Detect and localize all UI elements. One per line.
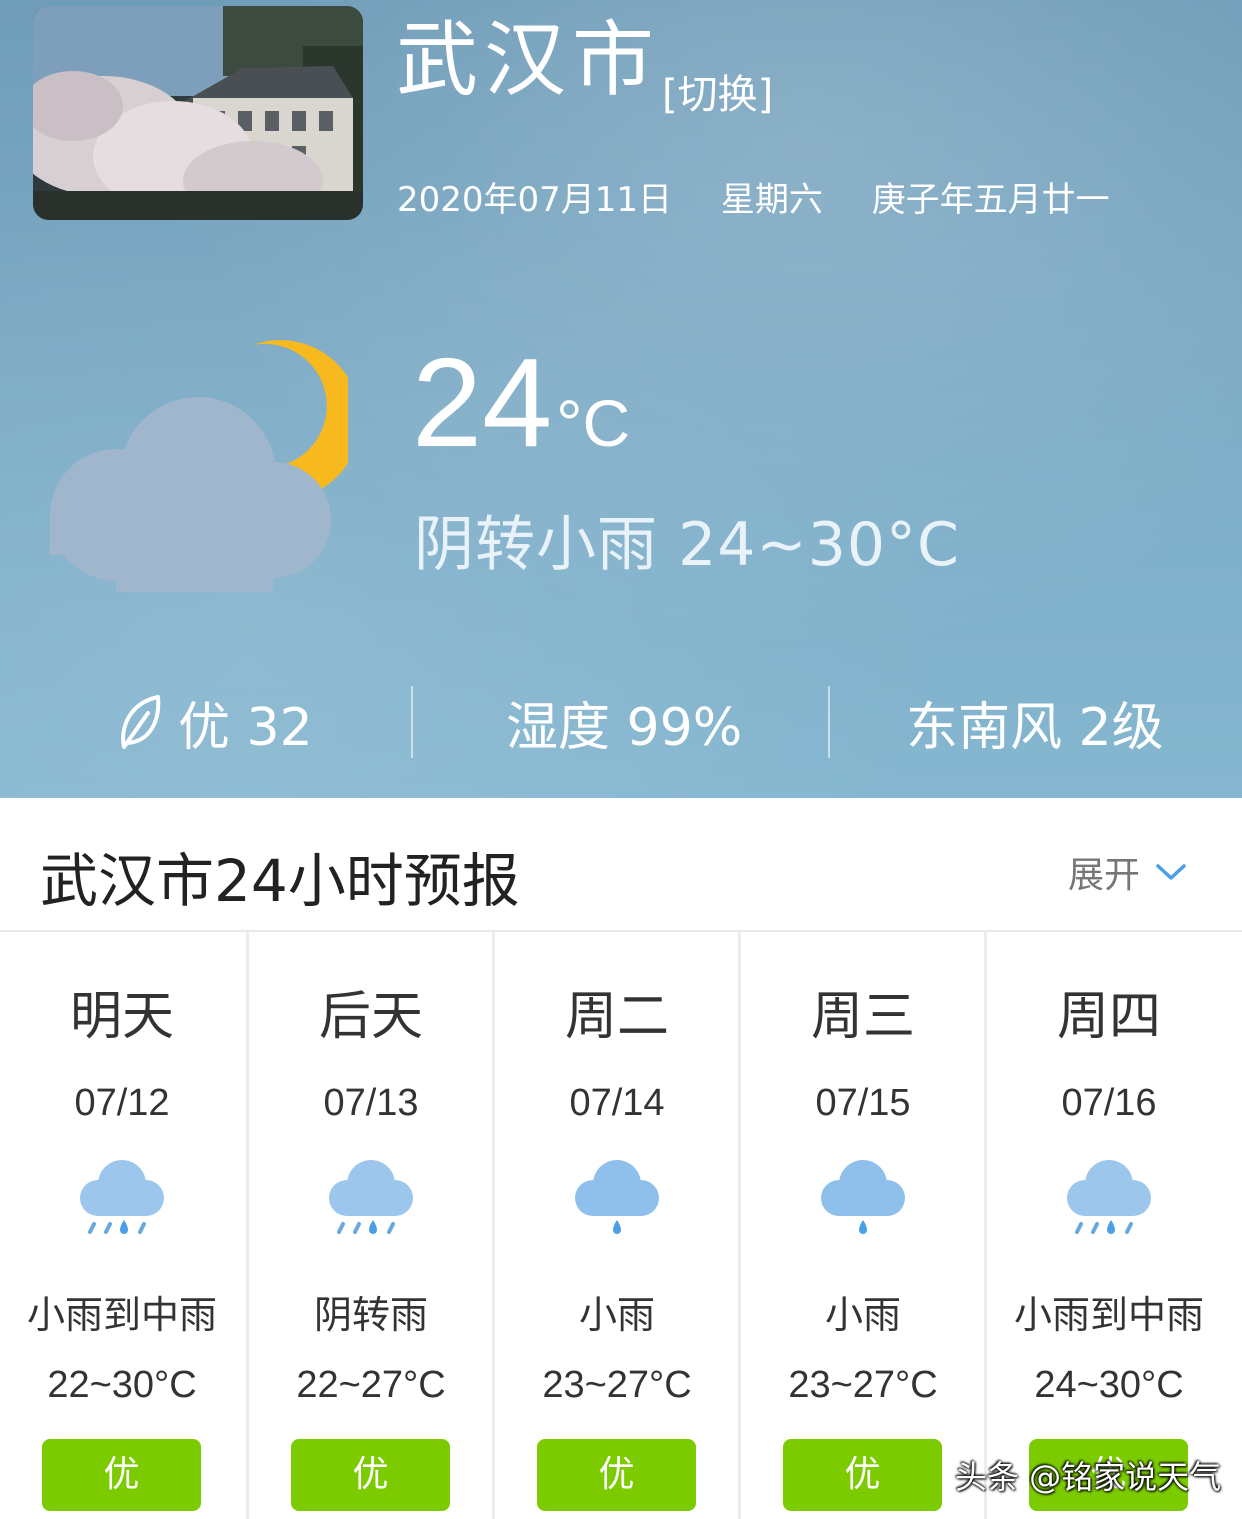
air-quality-value: 优 32 xyxy=(178,697,313,758)
rain-medium-icon xyxy=(325,1154,417,1244)
current-date: 2020年07月11日 xyxy=(397,180,673,220)
lunar-date: 庚子年五月廿一 xyxy=(871,180,1110,220)
expand-label: 展开 xyxy=(1068,855,1141,896)
humidity: 湿度 99% xyxy=(506,697,743,758)
rain-medium-icon xyxy=(76,1154,168,1244)
chevron-down-icon xyxy=(1156,864,1186,880)
aqi-badge: 优 xyxy=(537,1439,696,1511)
leaf-icon xyxy=(121,695,161,749)
temperature-unit: °C xyxy=(556,386,631,460)
switch-city-link[interactable]: [切换] xyxy=(662,62,773,120)
city-photo xyxy=(33,6,363,220)
day-condition: 小雨到中雨 xyxy=(1013,1293,1204,1337)
day-condition: 小雨到中雨 xyxy=(26,1293,217,1337)
day-date: 07/14 xyxy=(569,1082,665,1124)
day-condition: 小雨 xyxy=(578,1293,655,1337)
day-date: 07/12 xyxy=(74,1082,170,1124)
day-temperature: 22~30°C xyxy=(47,1364,197,1406)
watermark: 头条 @铭家说天气 xyxy=(955,1458,1222,1496)
day-temperature: 22~27°C xyxy=(296,1364,446,1406)
day-date: 07/15 xyxy=(815,1082,911,1124)
temperature-value: 24 xyxy=(412,332,553,473)
rain-light-icon xyxy=(571,1154,663,1244)
date-line: 2020年07月11日 星期六 庚子年五月廿一 xyxy=(397,172,1148,221)
current-weather-panel: 武汉市 [切换] 2020年07月11日 星期六 庚子年五月廿一 24°C 阴转… xyxy=(0,0,1242,798)
day-temperature: 24~30°C xyxy=(1034,1364,1184,1406)
expand-button[interactable]: 展开 xyxy=(1068,846,1188,898)
city-name: 武汉市 xyxy=(396,13,661,108)
day-temperature: 23~27°C xyxy=(788,1364,938,1406)
cloud-moon-icon xyxy=(48,340,361,595)
day-name: 周三 xyxy=(810,987,915,1047)
aqi-badge: 优 xyxy=(42,1439,201,1511)
wind: 东南风 2级 xyxy=(906,697,1164,758)
day-date: 07/13 xyxy=(323,1082,419,1124)
current-temperature: 24°C xyxy=(412,330,630,475)
aqi-badge: 优 xyxy=(291,1439,450,1511)
day-name: 明天 xyxy=(69,987,174,1047)
forecast-header: 武汉市24小时预报 展开 xyxy=(0,798,1242,932)
divider xyxy=(411,686,413,758)
day-name: 周二 xyxy=(564,987,669,1047)
aqi-badge: 优 xyxy=(783,1439,942,1511)
forecast-day[interactable]: 后天 07/13 阴转雨 22~27°C 优 xyxy=(246,932,493,1519)
day-condition: 小雨 xyxy=(824,1293,901,1337)
day-date: 07/16 xyxy=(1061,1082,1157,1124)
day-name: 周四 xyxy=(1056,987,1161,1047)
forecast-day[interactable]: 明天 07/12 小雨到中雨 22~30°C 优 xyxy=(0,932,244,1519)
divider xyxy=(828,686,830,758)
forecast-list: 明天 07/12 小雨到中雨 22~30°C 优后天 07/13 阴转雨 22~27°C 优周二… xyxy=(0,932,1242,1519)
rain-medium-icon xyxy=(1063,1154,1155,1244)
forecast-title: 武汉市24小时预报 xyxy=(40,847,520,915)
day-temperature: 23~27°C xyxy=(542,1364,692,1406)
current-weekday: 星期六 xyxy=(720,180,823,220)
rain-light-icon xyxy=(817,1154,909,1244)
current-condition: 阴转小雨 24~30°C xyxy=(414,510,960,580)
day-name: 后天 xyxy=(318,987,423,1047)
forecast-day[interactable]: 周三 07/15 小雨 23~27°C 优 xyxy=(738,932,985,1519)
forecast-day[interactable]: 周二 07/14 小雨 23~27°C 优 xyxy=(492,932,739,1519)
forecast-day[interactable]: 周四 07/16 小雨到中雨 24~30°C 优 xyxy=(984,932,1231,1519)
day-condition: 阴转雨 xyxy=(313,1293,428,1337)
air-quality: 优 32 xyxy=(118,690,313,758)
